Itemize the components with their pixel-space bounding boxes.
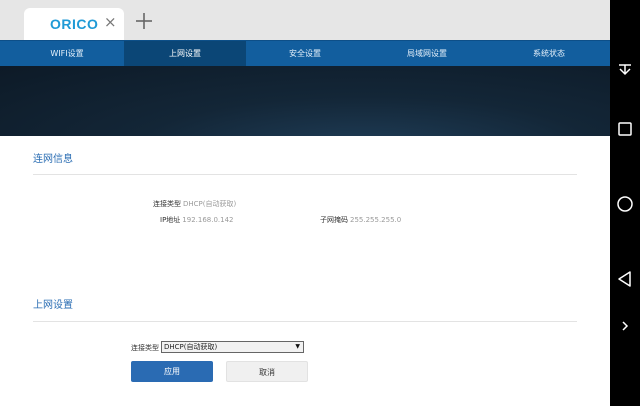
conn-type-field-label: 连接类型 <box>131 344 159 352</box>
plus-icon[interactable] <box>134 11 154 31</box>
conn-type-label: 连接类型 <box>153 200 181 208</box>
tab-lan-settings[interactable]: 局域网设置 <box>366 41 488 67</box>
conn-type-value: DHCP(自动获取) <box>183 200 237 208</box>
conn-type-select[interactable]: DHCP(自动获取) ▼ <box>161 341 304 353</box>
section-divider <box>33 321 577 322</box>
cancel-button[interactable]: 取消 <box>226 361 308 382</box>
tab-internet-settings[interactable]: 上网设置 <box>124 41 246 67</box>
chevron-right-icon[interactable] <box>615 316 635 336</box>
tab-security-settings[interactable]: 安全设置 <box>244 41 366 67</box>
download-icon[interactable] <box>615 60 635 80</box>
conn-type-selected: DHCP(自动获取) <box>164 343 218 351</box>
content-panel: 连网信息 连接类型 DHCP(自动获取) IP地址 192.168.0.142 子网… <box>0 136 610 406</box>
dropdown-arrow-icon: ▼ <box>295 343 300 350</box>
internet-settings-title: 上网设置 <box>33 300 73 311</box>
tab-title: ORICO <box>50 16 99 32</box>
browser-tab-strip: ORICO × <box>0 0 610 40</box>
apply-button[interactable]: 应用 <box>131 361 213 382</box>
square-icon[interactable] <box>615 119 635 139</box>
mask-label: 子网掩码 <box>320 216 348 224</box>
connection-info-title: 连网信息 <box>33 154 73 165</box>
tab-system-status[interactable]: 系统状态 <box>488 41 610 67</box>
ip-label: IP地址 <box>160 216 181 224</box>
close-tab-icon[interactable]: × <box>104 13 117 31</box>
tab-wifi-settings[interactable]: WIFI设置 <box>6 41 128 67</box>
ip-value: 192.168.0.142 <box>182 216 234 224</box>
main-nav: WIFI设置 上网设置 安全设置 局域网设置 系统状态 <box>0 40 610 67</box>
section-divider <box>33 174 577 175</box>
conn-type-readout: 连接类型 DHCP(自动获取) <box>153 199 236 209</box>
back-triangle-icon[interactable] <box>615 269 635 289</box>
android-nav-bar <box>610 0 640 406</box>
circle-icon[interactable] <box>615 194 635 214</box>
browser-tab[interactable]: ORICO × <box>24 8 124 40</box>
mask-readout: 子网掩码 255.255.255.0 <box>320 215 401 225</box>
header-banner <box>0 66 610 136</box>
mask-value: 255.255.255.0 <box>350 216 402 224</box>
ip-readout: IP地址 192.168.0.142 <box>160 215 234 225</box>
